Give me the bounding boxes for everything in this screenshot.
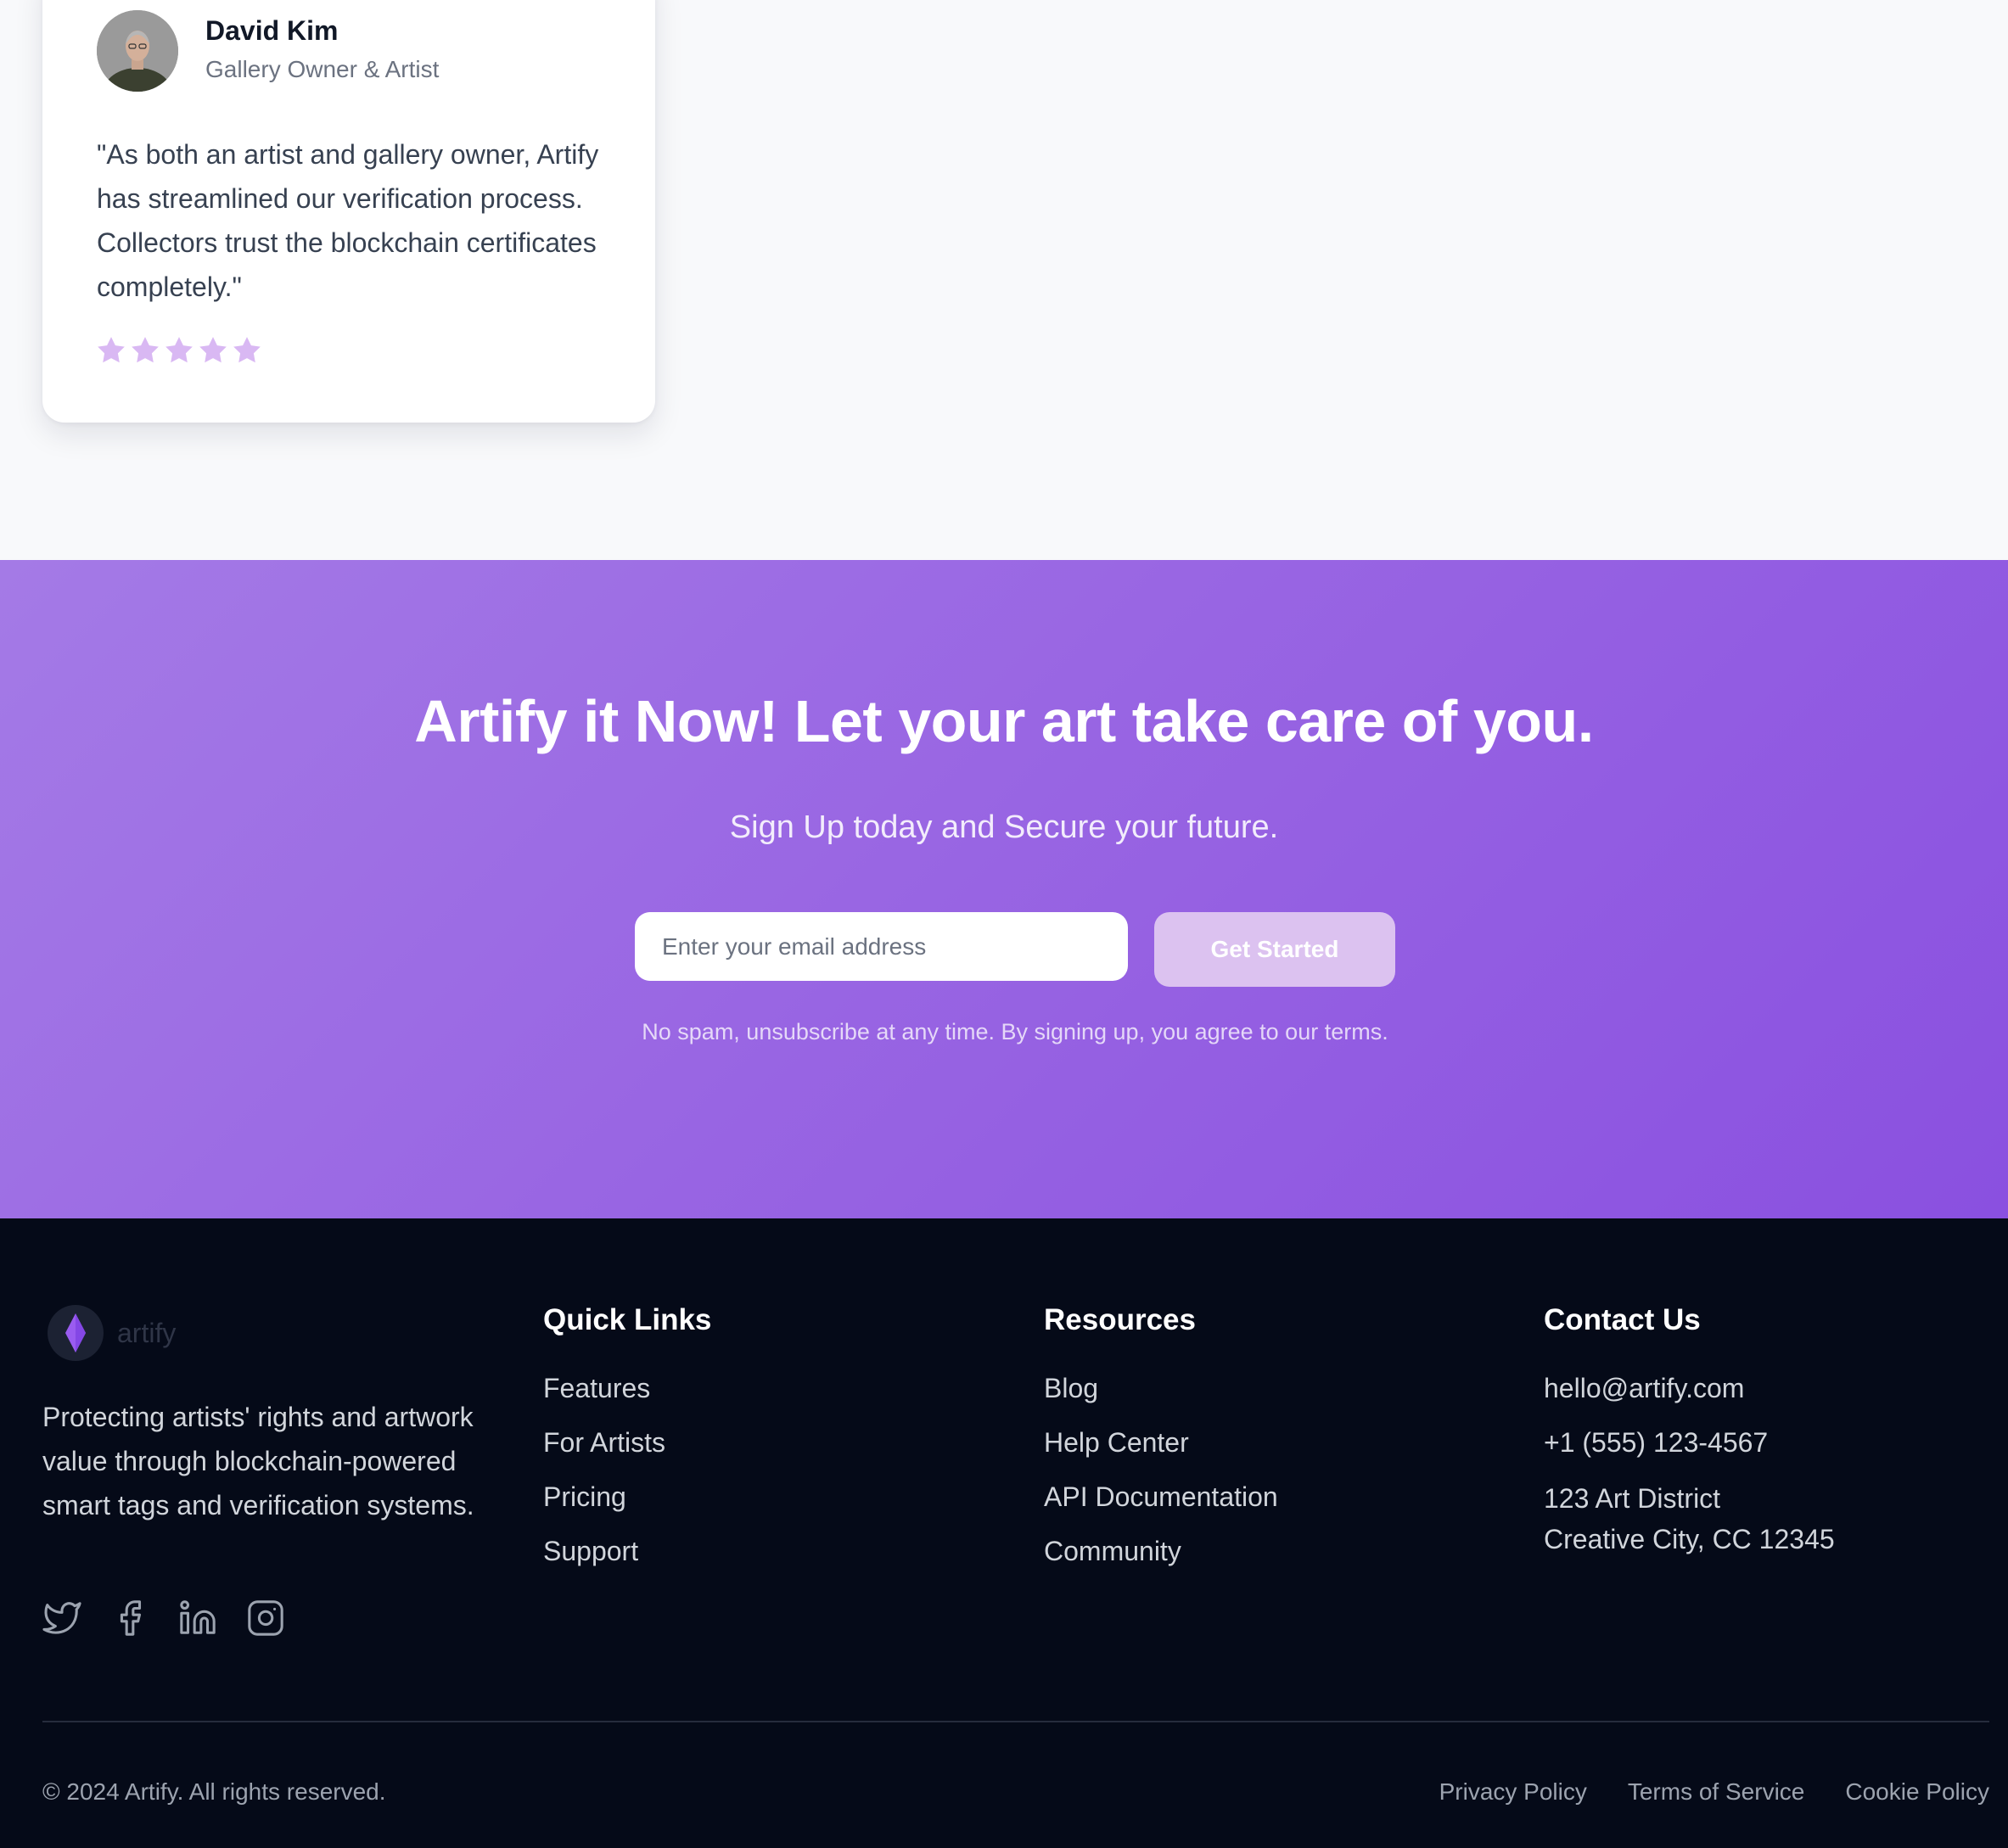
testimonial-card: David Kim Gallery Owner & Artist "As bot…: [42, 0, 655, 423]
signup-cta-section: Artify it Now! Let your art take care of…: [0, 560, 2008, 1218]
testimonial-author-name: David Kim: [205, 15, 339, 46]
footer-link-for-artists[interactable]: For Artists: [543, 1425, 711, 1480]
star-rating: [95, 334, 263, 367]
address-line-2: Creative City, CC 12345: [1544, 1524, 1835, 1554]
footer-link-pricing[interactable]: Pricing: [543, 1480, 711, 1534]
star-icon: [199, 337, 227, 363]
legal-links: Privacy Policy Terms of Service Cookie P…: [1439, 1778, 1989, 1806]
terms-of-service-link[interactable]: Terms of Service: [1628, 1778, 1805, 1806]
cookie-policy-link[interactable]: Cookie Policy: [1845, 1778, 1989, 1806]
contact-phone[interactable]: +1 (555) 123-4567: [1544, 1425, 1835, 1480]
star-icon: [233, 337, 261, 363]
facebook-icon[interactable]: [110, 1599, 149, 1638]
footer-link-help-center[interactable]: Help Center: [1044, 1425, 1278, 1480]
footer: artify Protecting artists' rights and ar…: [0, 1218, 2008, 1848]
cta-title: Artify it Now! Let your art take care of…: [414, 688, 1594, 754]
contact-column: Contact Us hello@artify.com +1 (555) 123…: [1544, 1303, 1835, 1560]
social-links: [42, 1599, 285, 1638]
resources-column: Resources Blog Help Center API Documenta…: [1044, 1303, 1278, 1588]
email-input[interactable]: [635, 912, 1128, 981]
instagram-icon[interactable]: [246, 1599, 285, 1638]
footer-divider: [42, 1721, 1989, 1722]
copyright: © 2024 Artify. All rights reserved.: [42, 1778, 386, 1805]
star-icon: [165, 337, 193, 363]
address-line-1: 123 Art District: [1544, 1483, 1721, 1514]
quick-links-column: Quick Links Features For Artists Pricing…: [543, 1303, 711, 1588]
diamond-icon: [48, 1305, 104, 1361]
footer-link-support[interactable]: Support: [543, 1534, 711, 1588]
brand-description: Protecting artists' rights and artwork v…: [42, 1402, 474, 1520]
footer-link-features[interactable]: Features: [543, 1371, 711, 1425]
privacy-policy-link[interactable]: Privacy Policy: [1439, 1778, 1587, 1806]
resources-heading: Resources: [1044, 1303, 1196, 1336]
contact-heading: Contact Us: [1544, 1303, 1701, 1336]
quick-links-heading: Quick Links: [543, 1303, 712, 1336]
contact-address: 123 Art District Creative City, CC 12345: [1544, 1478, 1835, 1560]
twitter-icon[interactable]: [42, 1599, 81, 1638]
testimonial-quote: "As both an artist and gallery owner, Ar…: [97, 139, 599, 302]
footer-brand[interactable]: artify: [48, 1305, 176, 1361]
footer-link-api-documentation[interactable]: API Documentation: [1044, 1480, 1278, 1534]
star-icon: [98, 337, 125, 363]
signup-disclaimer: No spam, unsubscribe at any time. By sig…: [642, 1019, 1388, 1044]
testimonials-section: David Kim Gallery Owner & Artist "As bot…: [0, 0, 2008, 560]
avatar: [97, 10, 178, 92]
footer-link-blog[interactable]: Blog: [1044, 1371, 1278, 1425]
signup-form: Get Started: [635, 912, 1399, 988]
testimonial-author-role: Gallery Owner & Artist: [205, 56, 440, 82]
cta-subtitle: Sign Up today and Secure your future.: [729, 809, 1279, 845]
brand-name: artify: [117, 1317, 177, 1348]
star-icon: [132, 337, 159, 363]
contact-email[interactable]: hello@artify.com: [1544, 1371, 1835, 1425]
get-started-button[interactable]: Get Started: [1154, 912, 1395, 987]
footer-link-community[interactable]: Community: [1044, 1534, 1278, 1588]
linkedin-icon[interactable]: [178, 1599, 217, 1638]
